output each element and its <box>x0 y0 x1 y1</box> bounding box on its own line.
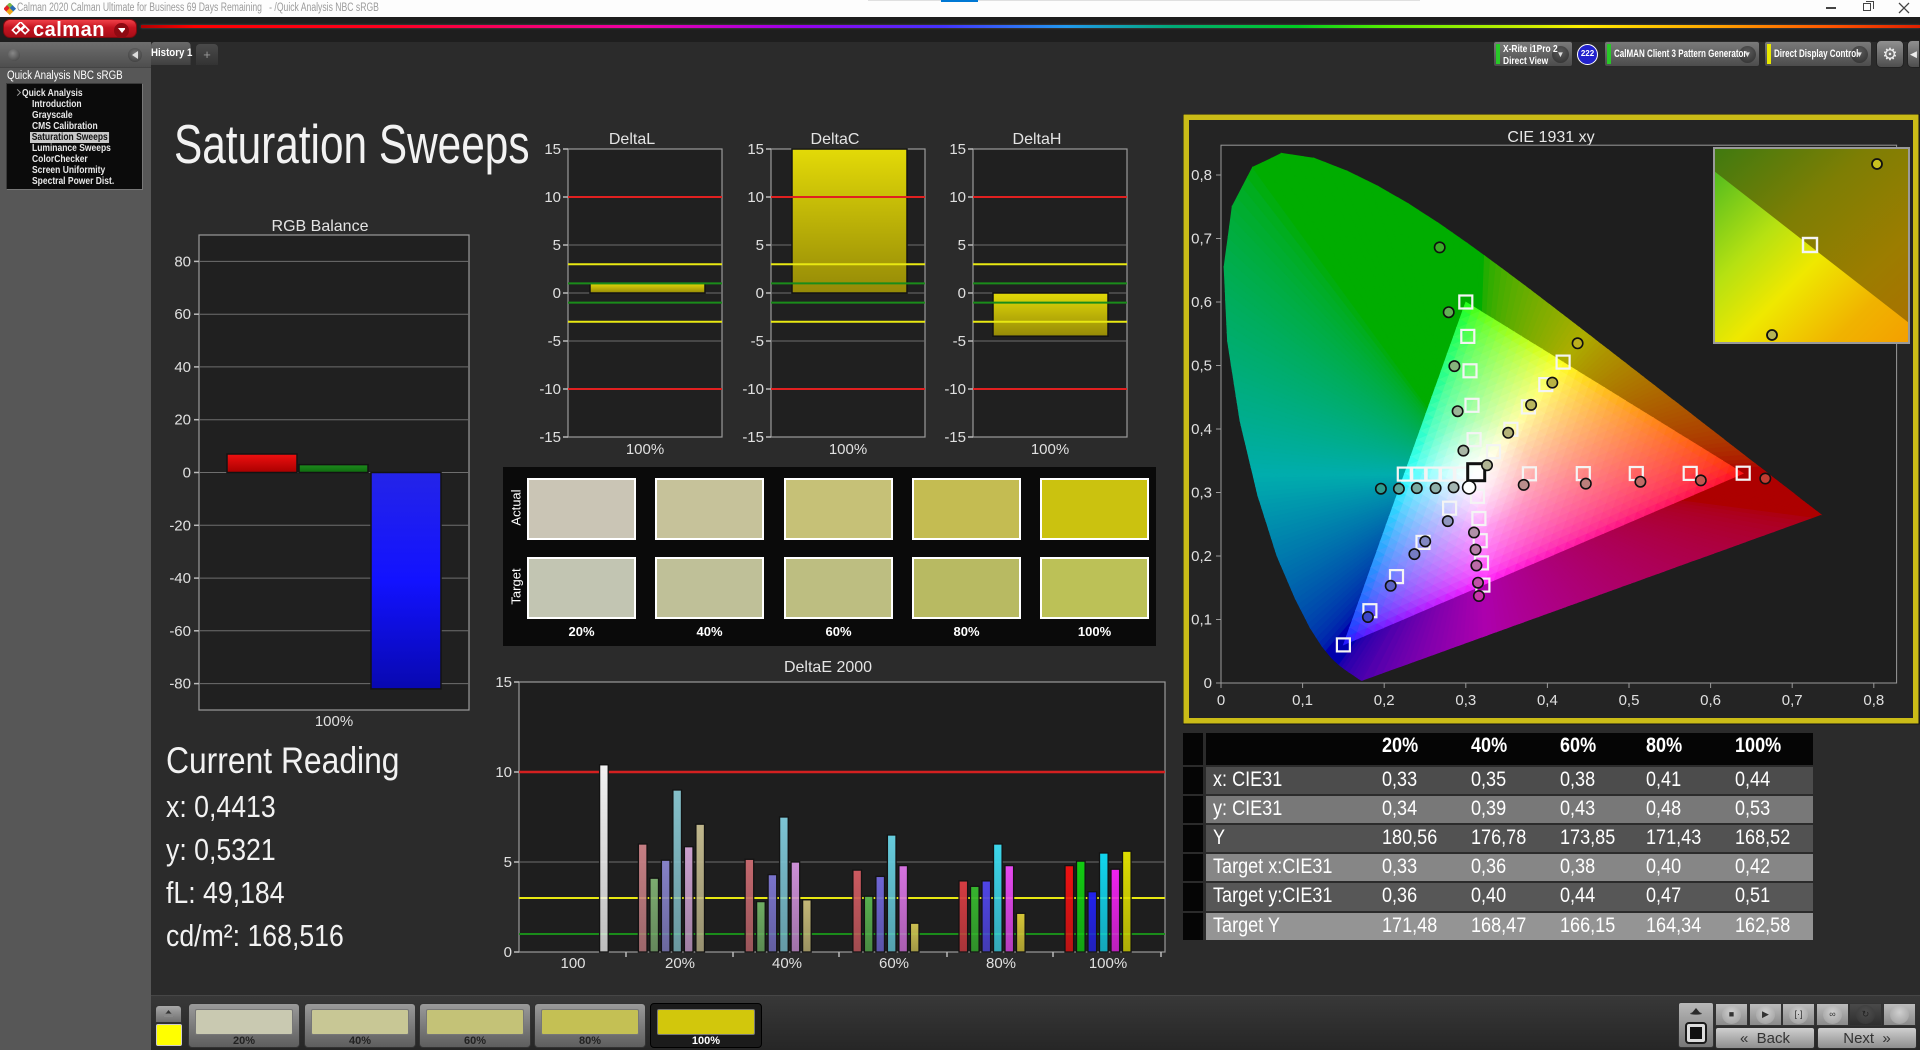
svg-text:10: 10 <box>495 764 512 781</box>
svg-text:-10: -10 <box>540 381 561 398</box>
svg-text:10: 10 <box>747 189 764 206</box>
svg-text:0,7: 0,7 <box>1191 231 1212 248</box>
svg-text:80%: 80% <box>986 955 1016 972</box>
svg-text:100%: 100% <box>1031 441 1069 458</box>
svg-text:RGB Balance: RGB Balance <box>272 218 369 235</box>
svg-text:10: 10 <box>544 189 561 206</box>
svg-text:0: 0 <box>958 285 966 302</box>
svg-text:0,2: 0,2 <box>1191 548 1212 565</box>
svg-text:100%: 100% <box>626 441 664 458</box>
svg-text:15: 15 <box>747 141 764 158</box>
svg-text:-15: -15 <box>743 429 764 446</box>
svg-text:20%: 20% <box>665 955 695 972</box>
svg-text:0,5: 0,5 <box>1191 358 1212 375</box>
svg-text:5: 5 <box>553 237 561 254</box>
svg-text:0: 0 <box>504 944 512 961</box>
svg-text:0,1: 0,1 <box>1292 692 1313 709</box>
svg-text:0: 0 <box>1217 692 1225 709</box>
svg-text:0: 0 <box>1204 675 1212 692</box>
svg-text:0: 0 <box>183 465 191 482</box>
svg-text:0,5: 0,5 <box>1619 692 1640 709</box>
svg-text:100%: 100% <box>829 441 867 458</box>
svg-text:-40: -40 <box>169 570 191 587</box>
svg-text:-15: -15 <box>540 429 561 446</box>
svg-text:-80: -80 <box>169 676 191 693</box>
svg-text:0,1: 0,1 <box>1191 612 1212 629</box>
svg-text:40%: 40% <box>772 955 802 972</box>
svg-text:0,6: 0,6 <box>1191 294 1212 311</box>
svg-text:-5: -5 <box>548 333 561 350</box>
svg-text:0: 0 <box>553 285 561 302</box>
svg-text:CIE 1931 xy: CIE 1931 xy <box>1507 129 1594 146</box>
svg-text:0,4: 0,4 <box>1537 692 1558 709</box>
svg-text:-20: -20 <box>169 517 191 534</box>
svg-text:0,3: 0,3 <box>1191 485 1212 502</box>
svg-text:0,8: 0,8 <box>1191 167 1212 184</box>
svg-text:DeltaL: DeltaL <box>609 131 655 148</box>
svg-text:15: 15 <box>544 141 561 158</box>
svg-text:15: 15 <box>949 141 966 158</box>
svg-text:0: 0 <box>756 285 764 302</box>
svg-text:60%: 60% <box>879 955 909 972</box>
svg-text:-15: -15 <box>945 429 966 446</box>
svg-text:40: 40 <box>174 359 191 376</box>
svg-text:0,3: 0,3 <box>1455 692 1476 709</box>
svg-text:0,2: 0,2 <box>1374 692 1395 709</box>
svg-text:-60: -60 <box>169 623 191 640</box>
svg-text:100%: 100% <box>315 713 353 730</box>
svg-text:-10: -10 <box>945 381 966 398</box>
svg-text:0,7: 0,7 <box>1782 692 1803 709</box>
svg-text:60: 60 <box>174 306 191 323</box>
svg-text:5: 5 <box>504 854 512 871</box>
svg-text:10: 10 <box>949 189 966 206</box>
svg-text:100%: 100% <box>1089 955 1127 972</box>
svg-text:5: 5 <box>958 237 966 254</box>
svg-text:-10: -10 <box>743 381 764 398</box>
svg-text:DeltaC: DeltaC <box>811 131 860 148</box>
svg-text:5: 5 <box>756 237 764 254</box>
svg-text:20: 20 <box>174 412 191 429</box>
svg-text:80: 80 <box>174 253 191 270</box>
svg-text:15: 15 <box>495 674 512 691</box>
svg-text:100: 100 <box>560 955 585 972</box>
svg-text:DeltaH: DeltaH <box>1013 131 1062 148</box>
svg-text:0,6: 0,6 <box>1700 692 1721 709</box>
svg-text:-5: -5 <box>953 333 966 350</box>
svg-text:-5: -5 <box>751 333 764 350</box>
svg-text:0,4: 0,4 <box>1191 421 1212 438</box>
svg-text:DeltaE 2000: DeltaE 2000 <box>784 659 872 676</box>
svg-text:0,8: 0,8 <box>1863 692 1884 709</box>
